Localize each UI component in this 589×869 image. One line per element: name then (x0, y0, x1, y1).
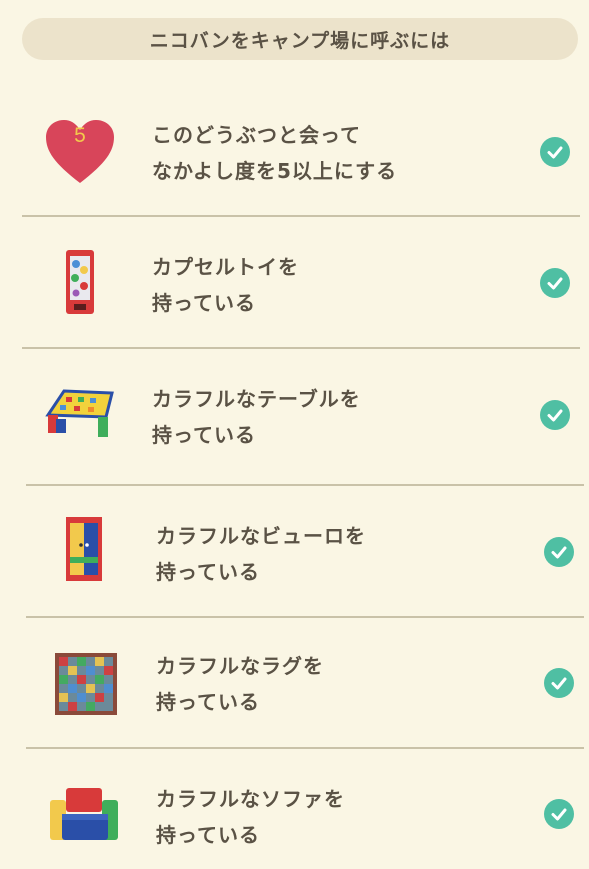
condition-line2: なかよし度を5以上にする (152, 159, 398, 183)
condition-row: カラフルなビューロを 持っている (0, 486, 589, 616)
condition-line1: カプセルトイを (152, 255, 299, 279)
condition-line1: カラフルなテーブルを (152, 387, 361, 411)
condition-text: カラフルなテーブルを 持っている (152, 381, 361, 453)
condition-text: このどうぶつと会って なかよし度を5以上にする (152, 117, 397, 189)
check-icon (540, 400, 570, 430)
condition-text: カラフルなビューロを 持っている (156, 518, 366, 590)
condition-line1: カラフルなビューロを (156, 524, 366, 548)
condition-line1: カラフルなラグを (156, 654, 324, 678)
condition-row: カプセルトイを 持っている (0, 217, 589, 348)
condition-text: カラフルなソファを 持っている (156, 781, 345, 853)
page-title-banner: ニコバンをキャンプ場に呼ぶには (22, 18, 578, 60)
check-icon (544, 537, 574, 567)
colorful-bureau-icon (48, 514, 120, 586)
colorful-table-icon (44, 377, 116, 449)
heart-badge-number: 5 (74, 124, 86, 147)
check-icon (540, 268, 570, 298)
condition-line2: 持っている (152, 423, 256, 447)
heart-icon: 5 (44, 116, 116, 188)
page-title: ニコバンをキャンプ場に呼ぶには (149, 29, 451, 52)
colorful-sofa-icon (48, 779, 120, 851)
check-icon (544, 668, 574, 698)
check-icon (540, 137, 570, 167)
condition-text: カラフルなラグを 持っている (156, 648, 324, 720)
check-icon (544, 799, 574, 829)
condition-line1: カラフルなソファを (156, 787, 345, 811)
colorful-rug-icon (50, 648, 122, 720)
condition-line1: このどうぶつと会って (152, 123, 361, 147)
condition-line2: 持っている (156, 560, 260, 584)
capsule-toy-icon (44, 247, 116, 319)
condition-line2: 持っている (156, 690, 260, 714)
condition-text: カプセルトイを 持っている (152, 249, 299, 321)
condition-row: カラフルなソファを 持っている (0, 749, 589, 869)
condition-row: 5 このどうぶつと会って なかよし度を5以上にする (0, 100, 589, 214)
condition-row: カラフルなラグを 持っている (0, 618, 589, 747)
condition-row: カラフルなテーブルを 持っている (0, 349, 589, 484)
condition-line2: 持っている (156, 823, 260, 847)
condition-line2: 持っている (152, 291, 256, 315)
